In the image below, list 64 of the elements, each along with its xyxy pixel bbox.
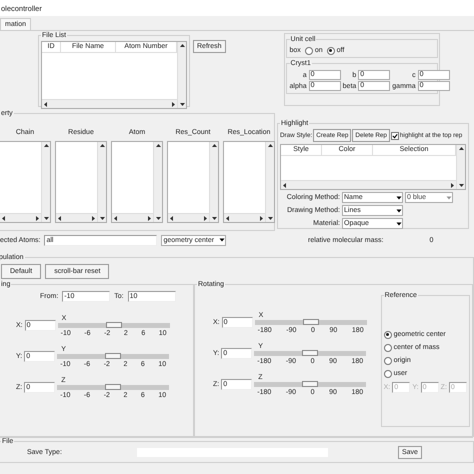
right-arrow-icon[interactable]	[34, 214, 41, 222]
slider-thumb[interactable]	[105, 352, 122, 358]
down-arrow-icon[interactable]	[98, 215, 106, 222]
slider-track[interactable]	[57, 384, 170, 390]
slider-thumb[interactable]	[106, 322, 122, 328]
vertical-scrollbar[interactable]	[153, 142, 162, 222]
up-arrow-icon[interactable]	[42, 142, 50, 149]
slider-track[interactable]	[58, 322, 170, 328]
vertical-scrollbar[interactable]	[456, 145, 465, 189]
vertical-scrollbar[interactable]	[97, 142, 106, 222]
down-arrow-icon[interactable]	[210, 215, 218, 222]
down-arrow-icon[interactable]	[178, 101, 186, 108]
right-arrow-icon[interactable]	[146, 214, 153, 222]
slider-track[interactable]	[254, 382, 366, 386]
slider-thumb[interactable]	[302, 318, 319, 324]
up-arrow-icon[interactable]	[266, 142, 274, 149]
horizontal-scrollbar[interactable]	[56, 213, 97, 222]
left-arrow-icon[interactable]	[224, 214, 231, 222]
vertical-scrollbar[interactable]	[177, 42, 186, 108]
caret-icon[interactable]	[396, 208, 402, 214]
left-arrow-icon[interactable]	[0, 214, 7, 222]
left-arrow-icon[interactable]	[168, 214, 175, 222]
right-arrow-icon[interactable]	[202, 214, 209, 222]
horizontal-scrollbar[interactable]	[281, 180, 456, 189]
right-arrow-icon[interactable]	[170, 100, 177, 108]
vertical-scrollbar[interactable]	[265, 142, 274, 222]
up-arrow-icon[interactable]	[210, 142, 218, 149]
left-arrow-icon[interactable]	[56, 214, 63, 222]
radio-button[interactable]	[326, 46, 335, 54]
horizontal-scrollbar[interactable]	[224, 213, 265, 222]
slider-thumb[interactable]	[302, 350, 318, 356]
down-arrow-icon[interactable]	[458, 182, 464, 189]
radio-button[interactable]	[384, 344, 392, 352]
up-arrow-icon[interactable]	[98, 142, 106, 149]
slider-thumb[interactable]	[105, 384, 122, 390]
slider-track[interactable]	[254, 350, 366, 356]
right-arrow-icon[interactable]	[90, 214, 97, 222]
caret-icon[interactable]	[396, 220, 402, 226]
horizontal-scrollbar[interactable]	[42, 99, 177, 108]
horizontal-scrollbar[interactable]	[112, 213, 153, 222]
left-arrow-icon[interactable]	[281, 182, 288, 188]
up-arrow-icon[interactable]	[458, 145, 464, 152]
right-arrow-icon[interactable]	[258, 214, 265, 222]
slider-track[interactable]	[254, 320, 367, 324]
right-arrow-icon[interactable]	[449, 182, 456, 188]
horizontal-scrollbar[interactable]	[168, 213, 209, 222]
down-arrow-icon[interactable]	[154, 215, 162, 222]
radio-button[interactable]	[384, 356, 392, 364]
caret-icon[interactable]	[396, 194, 402, 200]
horizontal-scrollbar[interactable]	[0, 213, 41, 222]
slider-track[interactable]	[57, 354, 170, 358]
left-arrow-icon[interactable]	[42, 100, 49, 108]
up-arrow-icon[interactable]	[154, 142, 162, 149]
down-arrow-icon[interactable]	[42, 215, 50, 222]
slider-thumb[interactable]	[302, 380, 318, 386]
vertical-scrollbar[interactable]	[41, 142, 50, 222]
radio-button[interactable]	[384, 370, 392, 378]
vertical-scrollbar[interactable]	[209, 142, 218, 222]
down-arrow-icon[interactable]	[266, 215, 274, 222]
left-arrow-icon[interactable]	[112, 214, 119, 222]
radio-button[interactable]	[304, 46, 313, 54]
radio-button[interactable]	[384, 330, 392, 338]
caret-icon[interactable]	[219, 237, 226, 243]
up-arrow-icon[interactable]	[178, 42, 186, 49]
